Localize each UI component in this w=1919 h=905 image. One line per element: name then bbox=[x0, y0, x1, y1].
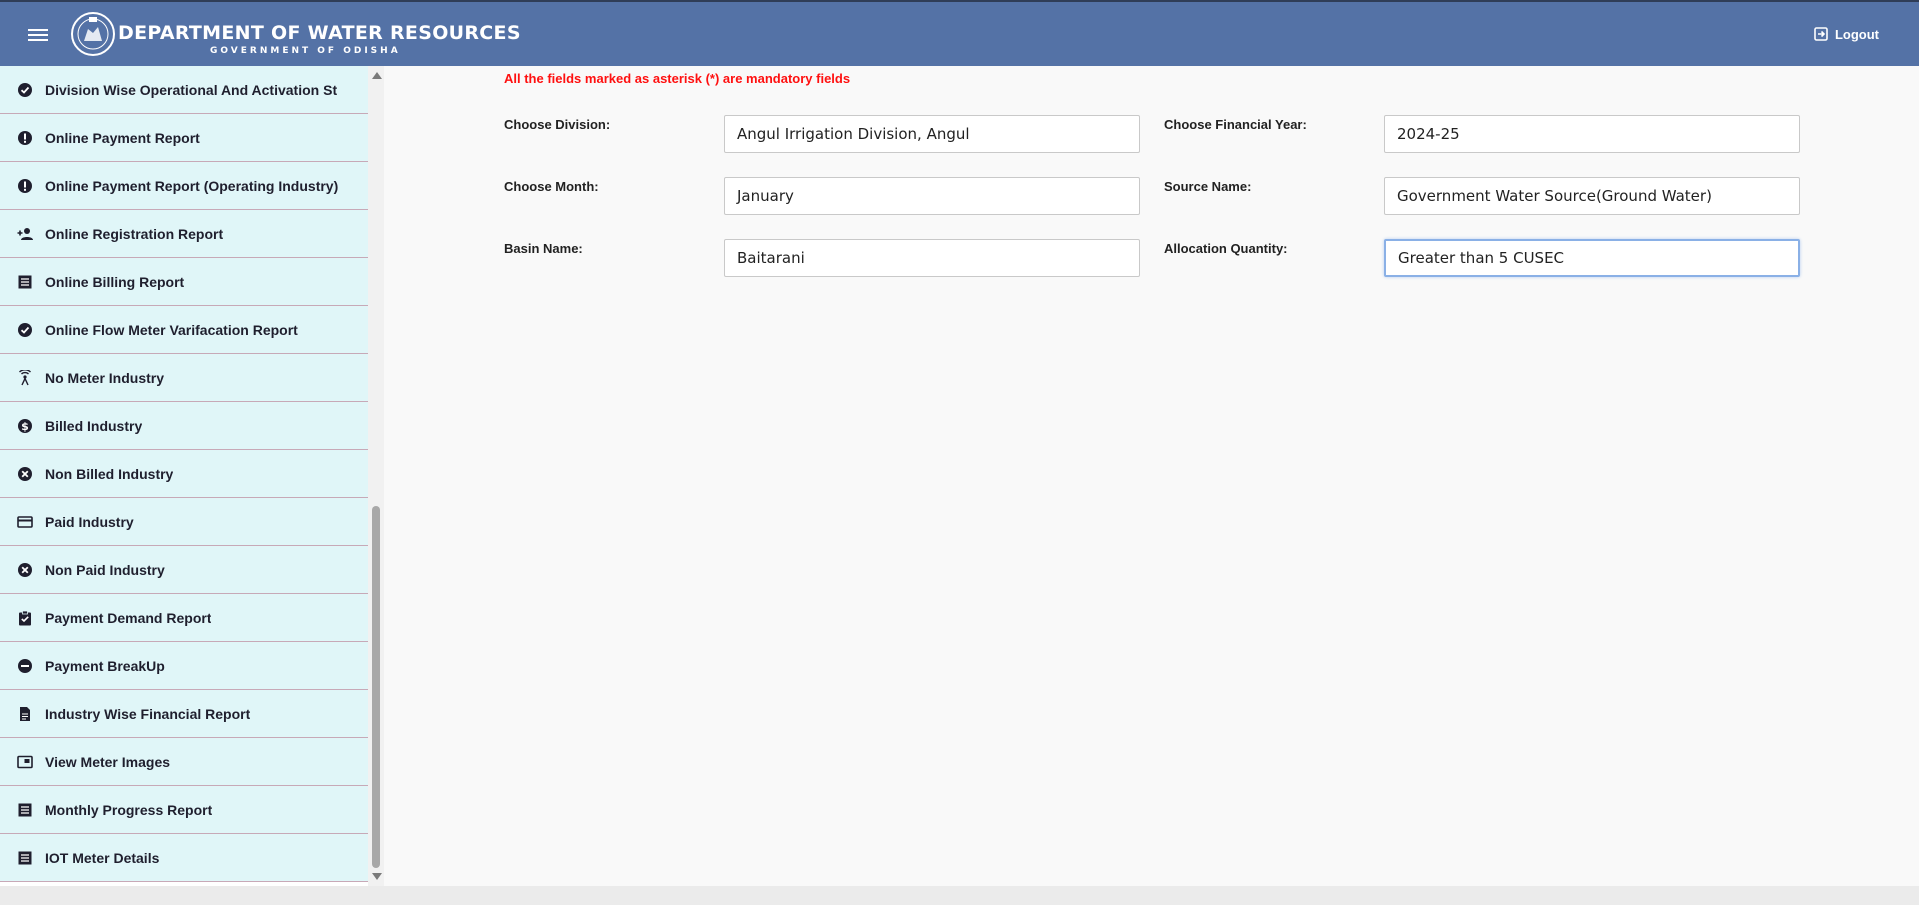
sidebar-item-label: Non Billed Industry bbox=[45, 465, 174, 482]
sidebar-item-label: Online Payment Report (Operating Industr… bbox=[45, 177, 339, 194]
app-subtitle: GOVERNMENT OF ODISHA bbox=[210, 46, 401, 56]
sidebar-item-label: Online Flow Meter Varifacation Report bbox=[45, 321, 298, 338]
month-label: Choose Month: bbox=[504, 179, 599, 194]
logout-label: Logout bbox=[1834, 26, 1879, 42]
scrollbar-thumb[interactable] bbox=[372, 506, 380, 868]
page-footer-strip bbox=[0, 886, 1919, 905]
check-circle-icon bbox=[16, 321, 34, 339]
source-name-label: Source Name: bbox=[1164, 179, 1252, 194]
sidebar-item-online-registration[interactable]: Online Registration Report bbox=[0, 210, 368, 258]
sidebar-item-label: Monthly Progress Report bbox=[45, 801, 213, 818]
sidebar-item-non-billed[interactable]: Non Billed Industry bbox=[0, 450, 368, 498]
sidebar-item-label: Payment Demand Report bbox=[45, 609, 212, 626]
sidebar-item-label: Non Paid Industry bbox=[45, 561, 165, 578]
division-label: Choose Division: bbox=[504, 117, 611, 132]
sidebar-item-label: Payment BreakUp bbox=[45, 657, 165, 674]
app-title: DEPARTMENT OF WATER RESOURCES bbox=[118, 22, 521, 44]
sidebar-item-billed[interactable]: $ Billed Industry bbox=[0, 402, 368, 450]
alert-circle-icon bbox=[16, 177, 34, 195]
sidebar-item-monthly-progress[interactable]: Monthly Progress Report bbox=[0, 786, 368, 834]
allocation-quantity-select[interactable]: Greater than 5 CUSEC bbox=[1384, 239, 1800, 277]
sidebar-item-label: Industry Wise Financial Report bbox=[45, 705, 251, 722]
sidebar: Division Wise Operational And Activation… bbox=[0, 66, 368, 886]
cancel-circle-icon bbox=[16, 465, 34, 483]
sidebar-item-label: Division Wise Operational And Activation… bbox=[45, 81, 338, 98]
sidebar-item-iot-meter[interactable]: IOT Meter Details bbox=[0, 834, 368, 882]
antenna-icon bbox=[16, 369, 34, 387]
clipboard-check-icon bbox=[16, 609, 34, 627]
mandatory-notice: All the fields marked as asterisk (*) ar… bbox=[504, 71, 851, 86]
svg-text:$: $ bbox=[21, 420, 29, 433]
scroll-down-arrow-icon[interactable] bbox=[372, 873, 382, 880]
logout-icon bbox=[1814, 27, 1828, 41]
credit-card-icon bbox=[16, 513, 34, 531]
sidebar-item-online-payment-operating[interactable]: Online Payment Report (Operating Industr… bbox=[0, 162, 368, 210]
alert-circle-icon bbox=[16, 129, 34, 147]
sidebar-item-label: IOT Meter Details bbox=[45, 849, 160, 866]
sidebar-item-label: Online Registration Report bbox=[45, 225, 224, 242]
scroll-up-arrow-icon[interactable] bbox=[372, 72, 382, 79]
sidebar-item-label: Paid Industry bbox=[45, 513, 134, 530]
basin-name-label: Basin Name: bbox=[504, 241, 583, 256]
sidebar-item-online-billing[interactable]: Online Billing Report bbox=[0, 258, 368, 306]
picture-in-picture-icon bbox=[16, 753, 34, 771]
odisha-emblem-icon bbox=[71, 12, 115, 56]
dollar-circle-icon: $ bbox=[16, 417, 34, 435]
list-icon bbox=[16, 273, 34, 291]
allocation-quantity-label: Allocation Quantity: bbox=[1164, 241, 1288, 256]
sidebar-item-non-paid[interactable]: Non Paid Industry bbox=[0, 546, 368, 594]
list-icon bbox=[16, 801, 34, 819]
sidebar-item-label: Online Payment Report bbox=[45, 129, 200, 146]
sidebar-item-view-meter-images[interactable]: View Meter Images bbox=[0, 738, 368, 786]
list-icon bbox=[16, 849, 34, 867]
sidebar-item-label: Billed Industry bbox=[45, 417, 143, 434]
cancel-circle-icon bbox=[16, 561, 34, 579]
header-bar: DEPARTMENT OF WATER RESOURCES GOVERNMENT… bbox=[0, 0, 1919, 66]
main-content: All the fields marked as asterisk (*) ar… bbox=[384, 66, 1919, 886]
financial-year-select[interactable]: 2024-25 bbox=[1384, 115, 1800, 153]
sidebar-item-label: View Meter Images bbox=[45, 753, 171, 770]
hamburger-menu-icon[interactable] bbox=[28, 26, 48, 44]
sidebar-item-no-meter[interactable]: No Meter Industry bbox=[0, 354, 368, 402]
source-name-select[interactable]: Government Water Source(Ground Water) bbox=[1384, 177, 1800, 215]
sidebar-item-label: Online Billing Report bbox=[45, 273, 185, 290]
financial-year-label: Choose Financial Year: bbox=[1164, 117, 1307, 132]
sidebar-item-label: No Meter Industry bbox=[45, 369, 165, 386]
person-add-icon bbox=[16, 225, 34, 243]
sidebar-item-payment-demand[interactable]: Payment Demand Report bbox=[0, 594, 368, 642]
sidebar-item-industry-financial[interactable]: Industry Wise Financial Report bbox=[0, 690, 368, 738]
sidebar-item-division-wise[interactable]: Division Wise Operational And Activation… bbox=[0, 66, 368, 114]
minus-circle-icon bbox=[16, 657, 34, 675]
check-circle-icon bbox=[16, 81, 34, 99]
logout-button[interactable]: Logout bbox=[1813, 26, 1879, 42]
sidebar-scrollbar[interactable] bbox=[368, 66, 384, 886]
sidebar-item-online-payment-report[interactable]: Online Payment Report bbox=[0, 114, 368, 162]
sidebar-item-flow-meter[interactable]: Online Flow Meter Varifacation Report bbox=[0, 306, 368, 354]
basin-name-select[interactable]: Baitarani bbox=[724, 239, 1140, 277]
sidebar-item-payment-breakup[interactable]: Payment BreakUp bbox=[0, 642, 368, 690]
division-select[interactable]: Angul Irrigation Division, Angul bbox=[724, 115, 1140, 153]
document-icon bbox=[16, 705, 34, 723]
month-select[interactable]: January bbox=[724, 177, 1140, 215]
sidebar-item-paid[interactable]: Paid Industry bbox=[0, 498, 368, 546]
